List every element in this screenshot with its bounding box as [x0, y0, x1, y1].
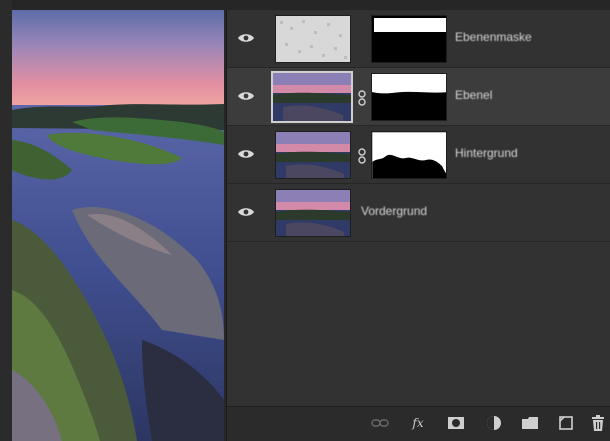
fx-icon[interactable]: fx	[409, 414, 427, 432]
layer-name[interactable]: Hintergrund	[455, 146, 518, 160]
eye-icon[interactable]	[235, 203, 257, 221]
layer-thumbnail[interactable]	[275, 131, 351, 179]
add-mask-icon[interactable]	[447, 414, 465, 432]
layer-row[interactable]: Ebenenmaske	[227, 10, 610, 68]
layer-row[interactable]: Ebenel	[227, 68, 610, 126]
group-folder-icon[interactable]	[521, 414, 539, 432]
landscape-photo	[12, 10, 224, 441]
layer-name[interactable]: Ebenenmaske	[455, 30, 532, 44]
new-layer-icon[interactable]	[557, 414, 575, 432]
eye-icon[interactable]	[235, 87, 257, 105]
eye-icon[interactable]	[235, 145, 257, 163]
layer-row[interactable]: Vordergrund	[227, 184, 610, 242]
adjustment-layer-icon[interactable]	[485, 414, 503, 432]
layer-mask-thumbnail[interactable]	[371, 131, 447, 179]
chain-link-icon[interactable]	[357, 148, 367, 164]
layer-thumbnail[interactable]	[271, 71, 353, 123]
trash-icon[interactable]	[589, 414, 607, 432]
layers-toolbar: fx	[227, 406, 610, 441]
link-layers-icon[interactable]	[371, 414, 389, 432]
chain-link-icon[interactable]	[357, 90, 367, 106]
eye-icon[interactable]	[235, 29, 257, 47]
layer-row[interactable]: Hintergrund	[227, 126, 610, 184]
layers-panel: Ebenenmaske Ebenel Hintergrund Vordergru…	[226, 10, 610, 441]
layer-thumbnail[interactable]	[275, 15, 351, 63]
layer-name[interactable]: Ebenel	[455, 88, 492, 102]
window-edge	[0, 0, 12, 441]
layer-mask-thumbnail[interactable]	[371, 15, 447, 63]
document-canvas[interactable]	[12, 10, 224, 441]
layer-thumbnail[interactable]	[275, 189, 351, 237]
layer-mask-thumbnail[interactable]	[371, 73, 447, 121]
layer-name[interactable]: Vordergrund	[361, 204, 427, 218]
